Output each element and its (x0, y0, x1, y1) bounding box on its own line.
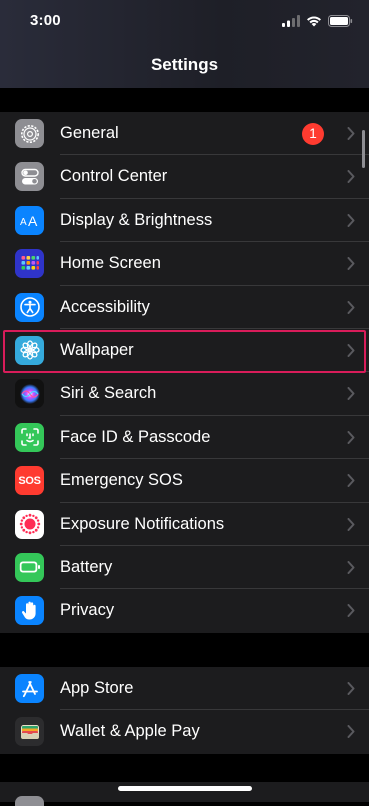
settings-row-siri-search[interactable]: Siri & Search (0, 372, 369, 416)
svg-text:A: A (20, 217, 27, 228)
settings-row-accessibility[interactable]: Accessibility (0, 286, 369, 329)
settings-row-exposure-notifications[interactable]: Exposure Notifications (0, 503, 369, 546)
siri-icon (15, 379, 44, 409)
cellular-signal-icon (282, 15, 300, 27)
row-label: Battery (60, 557, 113, 576)
home-indicator[interactable] (118, 786, 252, 791)
exposure-icon (15, 509, 44, 539)
gear-icon (15, 119, 44, 148)
sos-icon: SOS (15, 466, 44, 496)
row-label: Accessibility (60, 297, 150, 316)
chevron-right-icon (347, 300, 355, 314)
row-label: Wallet & Apple Pay (60, 722, 200, 741)
settings-row-home-screen[interactable]: Home Screen (0, 242, 369, 286)
chevron-right-icon (347, 517, 355, 531)
row-label: Display & Brightness (60, 210, 213, 229)
settings-row-emergency-sos[interactable]: SOS Emergency SOS (0, 459, 369, 503)
row-label: Siri & Search (60, 384, 157, 403)
chevron-right-icon (347, 474, 355, 488)
row-label: Home Screen (60, 254, 161, 273)
row-label: Privacy (60, 601, 115, 620)
page-title: Settings (150, 55, 219, 74)
text-size-icon: A A (15, 205, 44, 235)
status-time: 3:00 (30, 12, 61, 29)
settings-row-general[interactable]: General 1 (0, 112, 369, 156)
settings-row-privacy[interactable]: Privacy (0, 589, 369, 632)
settings-group-next (0, 782, 369, 806)
chevron-right-icon (347, 127, 355, 140)
chevron-right-icon (347, 387, 355, 401)
settings-row-wallet-apple-pay[interactable]: Wallet & Apple Pay (0, 710, 369, 753)
row-label: Control Center (60, 167, 168, 186)
partial-icon (15, 796, 44, 806)
row-label: App Store (60, 679, 134, 697)
row-label: General (60, 124, 119, 142)
chevron-right-icon (347, 213, 355, 227)
toggles-icon (15, 162, 44, 192)
scroll-indicator[interactable] (362, 130, 365, 168)
settings-row-display-brightness[interactable]: A A Display & Brightness (0, 199, 369, 243)
notification-badge: 1 (302, 123, 324, 145)
chevron-right-icon (347, 430, 355, 444)
settings-group-apps: App Store Wallet & Apple Pay (0, 667, 369, 754)
svg-text:A: A (28, 213, 38, 229)
chevron-right-icon (347, 604, 355, 618)
battery-icon (15, 552, 44, 582)
nav-bar: Settings (0, 44, 369, 88)
row-label: Face ID & Passcode (60, 427, 211, 446)
settings-row-battery[interactable]: Battery (0, 546, 369, 590)
settings-row-control-center[interactable]: Control Center (0, 155, 369, 199)
accessibility-icon (15, 292, 44, 322)
row-label: Exposure Notifications (60, 514, 225, 533)
app-store-icon (15, 674, 44, 703)
chevron-right-icon (347, 257, 355, 271)
chevron-right-icon (347, 560, 355, 574)
battery-status-icon (328, 15, 353, 27)
settings-row-app-store[interactable]: App Store (0, 667, 369, 711)
hand-icon (15, 596, 44, 626)
face-id-icon (15, 422, 44, 452)
chevron-right-icon (347, 682, 355, 695)
status-icons (282, 14, 353, 28)
wifi-icon (307, 16, 321, 27)
wallpaper-highlight-box (3, 330, 366, 373)
wallet-icon (15, 717, 44, 747)
status-bar: 3:00 (0, 0, 369, 44)
chevron-right-icon (347, 170, 355, 184)
settings-row-face-id-passcode[interactable]: Face ID & Passcode (0, 416, 369, 460)
sos-icon-text: SOS (18, 474, 41, 487)
row-label: Emergency SOS (60, 471, 183, 490)
app-grid-icon (15, 249, 44, 279)
chevron-right-icon (347, 725, 355, 739)
